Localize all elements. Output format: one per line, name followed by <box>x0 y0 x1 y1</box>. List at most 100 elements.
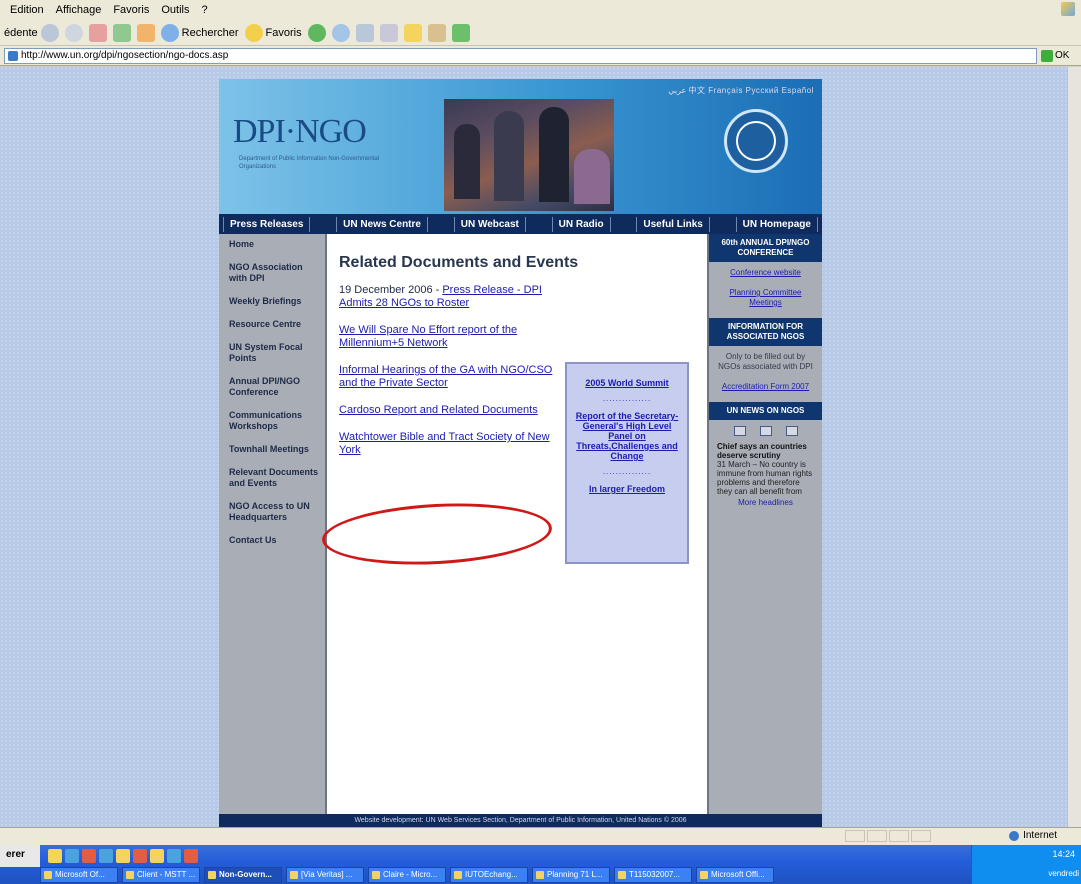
leftnav-resource-centre[interactable]: Resource Centre <box>229 319 321 330</box>
task-button[interactable]: [Via Veritas] ... <box>286 867 364 883</box>
mail-icon[interactable] <box>331 23 350 42</box>
task-button[interactable]: Microsoft Offi... <box>696 867 774 883</box>
news-pause-button[interactable] <box>759 426 772 436</box>
clock-time[interactable]: 14:24 <box>1052 849 1075 859</box>
news-prev-button[interactable] <box>733 426 746 436</box>
quicklaunch-icon[interactable] <box>184 849 198 863</box>
refresh-icon[interactable] <box>112 23 131 42</box>
doc-link-watchtower[interactable]: Watchtower Bible and Tract Society of Ne… <box>339 431 550 456</box>
info-heading: INFORMATION FOR ASSOCIATED NGOS <box>709 318 822 346</box>
leftnav-ngo-association[interactable]: NGO Association with DPI <box>229 262 321 284</box>
stop-icon[interactable] <box>88 23 107 42</box>
task-button[interactable]: Microsoft Of... <box>40 867 118 883</box>
doc-link-cardoso-report[interactable]: Cardoso Report and Related Documents <box>339 404 538 416</box>
page-title: Related Documents and Events <box>339 254 579 271</box>
nav-useful-links[interactable]: Useful Links <box>636 216 710 232</box>
leftnav-relevant-documents[interactable]: Relevant Documents and Events <box>229 467 321 489</box>
back-arrow-icon <box>40 23 59 42</box>
home-icon[interactable] <box>136 23 155 42</box>
status-zone: Internet <box>1009 830 1057 841</box>
start-button[interactable]: erer <box>0 845 40 867</box>
go-button[interactable]: OK <box>1041 48 1077 64</box>
leftnav-ngo-access[interactable]: NGO Access to UN Headquarters <box>229 501 321 523</box>
system-tray: 14:24 vendredi <box>971 845 1081 884</box>
star-icon <box>244 23 263 42</box>
search-button[interactable]: Rechercher <box>160 23 239 42</box>
doc-link-millennium-report[interactable]: We Will Spare No Effort report of the Mi… <box>339 324 517 349</box>
summit-link-larger-freedom[interactable]: In larger Freedom <box>571 484 683 494</box>
task-button[interactable]: IUTOEchang... <box>450 867 528 883</box>
forward-arrow-icon[interactable] <box>64 23 83 42</box>
list-item: Informal Hearings of the GA with NGO/CSO… <box>339 364 561 390</box>
menu-affichage[interactable]: Affichage <box>56 4 102 16</box>
more-headlines-link[interactable]: More headlines <box>709 498 822 507</box>
accreditation-form-link[interactable]: Accreditation Form 2007 <box>715 382 816 392</box>
conference-website-link[interactable]: Conference website <box>715 268 816 278</box>
quicklaunch-icon[interactable] <box>150 849 164 863</box>
task-button-active[interactable]: Non-Govern... <box>204 867 282 883</box>
quicklaunch-icon[interactable] <box>133 849 147 863</box>
address-input[interactable]: http://www.un.org/dpi/ngosection/ngo-doc… <box>4 47 1037 64</box>
leftnav-annual-conference[interactable]: Annual DPI/NGO Conference <box>229 376 321 398</box>
info-text: Only to be filled out by NGOs associated… <box>718 352 813 371</box>
quicklaunch-icon[interactable] <box>82 849 96 863</box>
nav-un-webcast[interactable]: UN Webcast <box>453 216 526 232</box>
doc-link-informal-hearings[interactable]: Informal Hearings of the GA with NGO/CSO… <box>339 364 552 389</box>
list-item: Watchtower Bible and Tract Society of Ne… <box>339 431 561 457</box>
menu-favoris[interactable]: Favoris <box>113 4 149 16</box>
dpi-ngo-logo: DPI·NGO <box>233 113 367 150</box>
news-title[interactable]: Chief says an countries deserve scrutiny <box>717 442 814 460</box>
leftnav-home[interactable]: Home <box>229 239 321 250</box>
conference-heading: 60th ANNUAL DPI/NGO CONFERENCE <box>709 234 822 262</box>
news-next-button[interactable] <box>785 426 798 436</box>
folder-icon[interactable] <box>403 23 422 42</box>
leftnav-un-system-focal-points[interactable]: UN System Focal Points <box>229 342 321 364</box>
planning-committee-link[interactable]: Planning Committee Meetings <box>715 288 816 308</box>
leftnav-communications-workshops[interactable]: Communications Workshops <box>229 410 321 432</box>
list-item: We Will Spare No Effort report of the Mi… <box>339 324 561 350</box>
task-button[interactable]: Planning 71 L... <box>532 867 610 883</box>
right-column: 60th ANNUAL DPI/NGO CONFERENCE Conferenc… <box>707 234 822 814</box>
menu-edition[interactable]: Edition <box>10 4 44 16</box>
clock-day: vendredi <box>1048 869 1079 878</box>
leftnav-weekly-briefings[interactable]: Weekly Briefings <box>229 296 321 307</box>
task-button[interactable]: T115032007... <box>614 867 692 883</box>
top-navigation: Press Releases UN News Centre UN Webcast… <box>219 214 822 234</box>
quicklaunch-icon[interactable] <box>48 849 62 863</box>
nav-press-releases[interactable]: Press Releases <box>223 216 311 232</box>
leftnav-contact-us[interactable]: Contact Us <box>229 535 321 546</box>
research-icon[interactable] <box>427 23 446 42</box>
un-page: عربي 中文 Français Русский Español DPI·NGO… <box>219 79 822 827</box>
favorites-button[interactable]: Favoris <box>244 23 302 42</box>
quicklaunch-icon[interactable] <box>65 849 79 863</box>
search-icon <box>160 23 179 42</box>
leftnav-townhall-meetings[interactable]: Townhall Meetings <box>229 444 321 455</box>
vertical-scrollbar[interactable] <box>1067 67 1081 827</box>
nav-un-homepage[interactable]: UN Homepage <box>735 216 818 232</box>
quick-launch <box>48 849 198 863</box>
menu-help[interactable]: ? <box>202 4 208 16</box>
page-footer: Website development: UN Web Services Sec… <box>219 814 822 827</box>
back-button[interactable]: édente <box>4 23 59 42</box>
quicklaunch-icon[interactable] <box>116 849 130 863</box>
summit-link-world-summit[interactable]: 2005 World Summit <box>571 378 683 388</box>
nav-un-radio[interactable]: UN Radio <box>551 216 611 232</box>
language-links[interactable]: عربي 中文 Français Русский Español <box>668 85 814 96</box>
messenger-icon[interactable] <box>451 23 470 42</box>
quicklaunch-icon[interactable] <box>99 849 113 863</box>
task-button[interactable]: Claire - Micro... <box>368 867 446 883</box>
summit-link-panel-report[interactable]: Report of the Secretary-General's High L… <box>571 411 683 461</box>
quicklaunch-icon[interactable] <box>167 849 181 863</box>
nav-un-news-centre[interactable]: UN News Centre <box>336 216 428 232</box>
edit-icon[interactable] <box>379 23 398 42</box>
task-button[interactable]: Client - MSTT ... <box>122 867 200 883</box>
history-icon[interactable] <box>307 23 326 42</box>
banner-photo <box>444 99 614 211</box>
print-icon[interactable] <box>355 23 374 42</box>
go-arrow-icon <box>1041 49 1053 62</box>
news-body: 31 March – No country is immune from hum… <box>717 460 813 496</box>
news-heading: UN NEWS ON NGOS <box>709 402 822 420</box>
menu-outils[interactable]: Outils <box>161 4 189 16</box>
menu-bar: Edition Affichage Favoris Outils ? <box>0 0 1081 20</box>
list-item: 19 December 2006 - Press Release - DPI A… <box>339 284 542 309</box>
